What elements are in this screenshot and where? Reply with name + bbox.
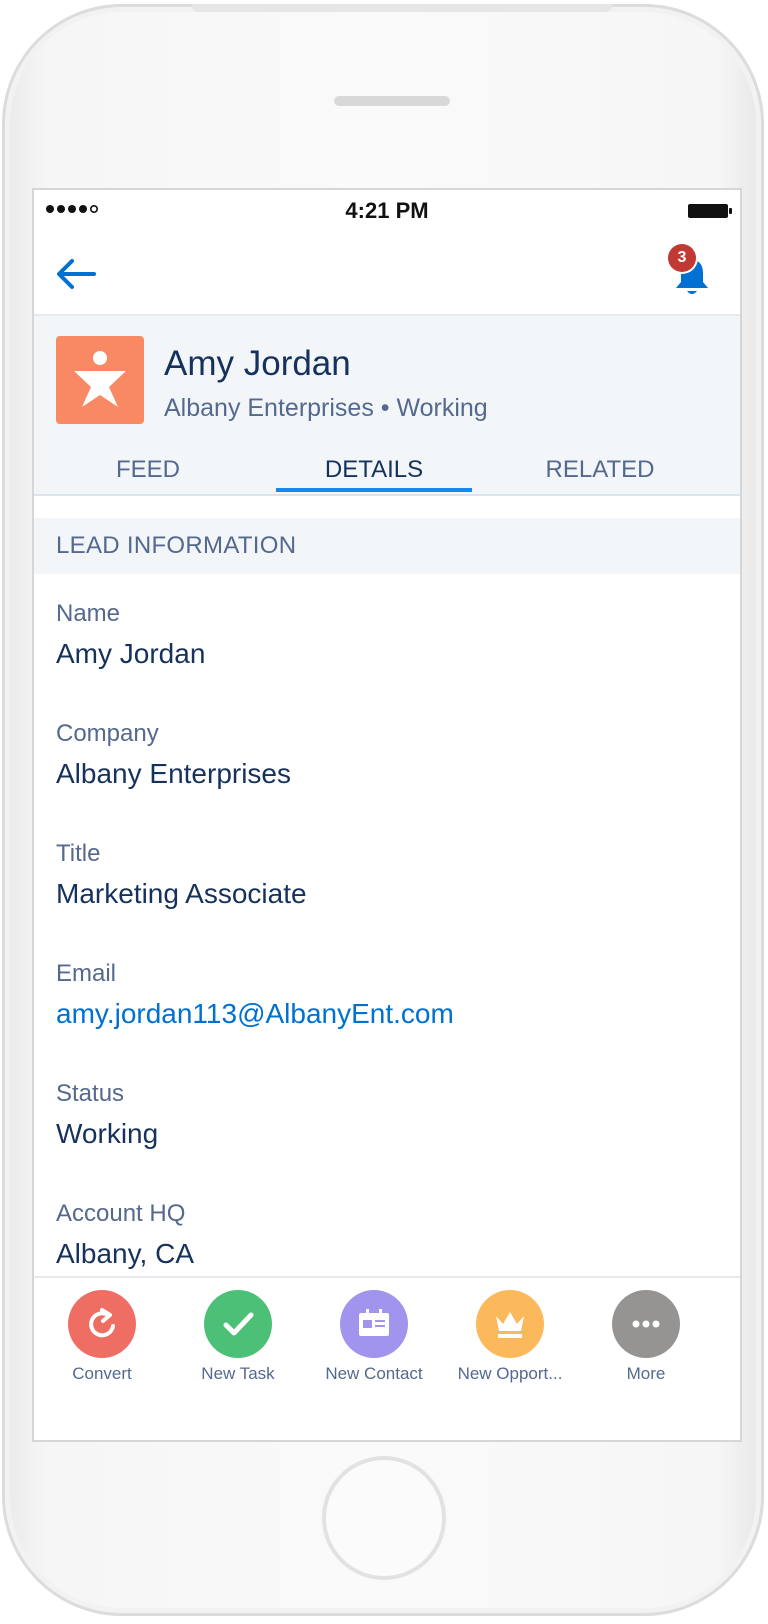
navigation-bar: 3 xyxy=(34,234,740,316)
field-label: Company xyxy=(56,720,159,747)
home-button[interactable] xyxy=(322,1456,446,1580)
status-time: 4:21 PM xyxy=(345,198,429,223)
field-label: Name xyxy=(56,600,121,627)
field-label: Status xyxy=(56,1080,125,1107)
more-button[interactable]: More xyxy=(576,1290,716,1384)
lead-icon xyxy=(56,336,144,424)
field-name: Name Amy Jordan xyxy=(34,574,740,696)
battery-icon xyxy=(688,204,732,218)
new-contact-button[interactable]: New Contact xyxy=(304,1290,444,1384)
field-company: Company Albany Enterprises xyxy=(34,694,740,816)
field-label: Account HQ xyxy=(56,1200,186,1227)
status-bar: 4:21 PM xyxy=(34,190,740,234)
tab-related[interactable]: RELATED xyxy=(500,456,700,484)
tab-details[interactable]: DETAILS xyxy=(274,456,474,484)
app-screen: 4:21 PM 3 Amy Jordan Albany Enterprises … xyxy=(34,190,740,1440)
phone-frame: 4:21 PM 3 Amy Jordan Albany Enterprises … xyxy=(2,4,764,1616)
record-header: Amy Jordan Albany Enterprises • Working … xyxy=(34,316,740,496)
field-value: Amy Jordan xyxy=(56,638,206,669)
action-label: Convert xyxy=(72,1364,132,1383)
action-label: New Task xyxy=(201,1364,275,1383)
field-title: Title Marketing Associate xyxy=(34,814,740,936)
record-subtitle: Albany Enterprises • Working xyxy=(164,394,488,422)
action-label: More xyxy=(626,1364,666,1383)
field-status: Status Working xyxy=(34,1054,740,1176)
field-value: Working xyxy=(56,1118,159,1149)
action-label: New Contact xyxy=(325,1364,423,1383)
more-icon xyxy=(612,1290,680,1358)
field-value: Albany, CA xyxy=(56,1238,194,1269)
email-link[interactable]: amy.jordan113@AlbanyEnt.com xyxy=(56,998,454,1030)
convert-icon xyxy=(68,1290,136,1358)
new-opportunity-button[interactable]: New Opport... xyxy=(440,1290,580,1384)
convert-button[interactable]: Convert xyxy=(34,1290,172,1384)
field-label: Title xyxy=(56,840,101,867)
phone-speaker xyxy=(334,96,450,106)
action-label: New Opport... xyxy=(457,1364,563,1383)
crown-icon xyxy=(476,1290,544,1358)
record-tabs: FEED DETAILS RELATED xyxy=(34,442,740,494)
active-tab-indicator xyxy=(276,488,472,492)
field-value: Marketing Associate xyxy=(56,878,307,909)
contact-card-icon xyxy=(340,1290,408,1358)
phone-top-button xyxy=(192,4,612,12)
field-label: Email xyxy=(56,960,117,987)
tab-feed[interactable]: FEED xyxy=(48,456,248,484)
action-bar: Convert New Task New Contact New Opport.… xyxy=(34,1276,740,1394)
field-email: Email amy.jordan113@AlbanyEnt.com xyxy=(34,934,740,1056)
new-task-button[interactable]: New Task xyxy=(168,1290,308,1384)
notification-count-badge: 3 xyxy=(668,244,696,272)
field-value: Albany Enterprises xyxy=(56,758,292,789)
record-title: Amy Jordan xyxy=(164,344,351,383)
section-title: LEAD INFORMATION xyxy=(56,532,297,559)
check-icon xyxy=(204,1290,272,1358)
back-arrow-icon[interactable] xyxy=(54,256,98,292)
section-header[interactable]: LEAD INFORMATION xyxy=(34,518,740,574)
